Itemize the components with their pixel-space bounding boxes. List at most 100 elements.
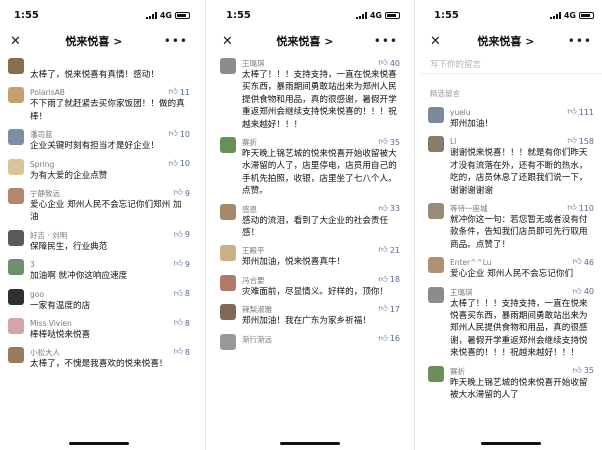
comment-author[interactable]: 王殿平 — [242, 245, 398, 256]
page-title[interactable]: 悦来悦喜 > — [477, 33, 534, 49]
avatar[interactable] — [428, 203, 444, 220]
comment-item: 王璐琪 太棒了！！！支持支持，一直在悦来悦喜买东西，暴雨期间勇敢站出来为郑州人民提… — [420, 281, 602, 360]
comment-author[interactable]: 冯合要 — [242, 275, 398, 286]
like-button[interactable]: 👍︎ 9 — [174, 188, 191, 198]
avatar[interactable] — [8, 87, 24, 104]
like-button[interactable]: 👍︎ 10 — [168, 129, 190, 139]
comment-author[interactable]: 辣梨淑雅 — [242, 304, 398, 315]
avatar[interactable] — [220, 333, 236, 350]
like-count: 158 — [578, 136, 594, 146]
comment-author[interactable]: 王璐琪 — [242, 58, 398, 69]
close-icon[interactable]: ✕ — [430, 34, 444, 49]
comment-text: 太棒了！！！支持支持，一直在悦来悦喜买东西，暴雨期间勇敢站出来为郑州人民提供食物… — [242, 70, 397, 130]
avatar[interactable] — [8, 318, 24, 335]
like-button[interactable]: 👍︎ 9 — [174, 230, 191, 240]
avatar[interactable] — [8, 158, 24, 175]
network-label: 4G — [159, 10, 172, 20]
comment-author[interactable]: 赛折 — [242, 137, 398, 148]
like-button[interactable]: 👍︎ 110 — [567, 203, 594, 213]
avatar[interactable] — [428, 286, 444, 303]
more-icon[interactable]: ••• — [374, 34, 398, 48]
like-button[interactable]: 👍︎ 40 — [572, 287, 594, 297]
comment-author[interactable] — [30, 58, 188, 69]
avatar[interactable] — [8, 229, 24, 246]
like-button[interactable]: 👍︎ 9 — [174, 259, 191, 269]
home-indicator — [69, 442, 129, 445]
thumbs-up-icon: 👍︎ — [168, 129, 178, 140]
avatar[interactable] — [8, 188, 24, 205]
avatar[interactable] — [220, 304, 236, 321]
like-button[interactable]: 👍︎ 10 — [168, 159, 190, 169]
like-button[interactable]: 👍︎ 21 — [378, 245, 400, 255]
avatar[interactable] — [8, 347, 24, 364]
avatar[interactable] — [8, 129, 24, 146]
like-button[interactable]: 👍︎ 8 — [174, 347, 191, 357]
avatar[interactable] — [220, 245, 236, 262]
comment-author[interactable]: 渐行渐远 — [242, 334, 398, 345]
comment-author[interactable]: 王璐琪 — [450, 287, 592, 298]
comment-author[interactable]: goo — [30, 289, 188, 300]
comment-author[interactable]: 感恩 — [242, 204, 398, 215]
comment-item: 冯合要 灾难面前，尽显情义。好样的，顶你！ 👍︎ 18 — [212, 269, 408, 298]
comment-author[interactable]: 3 — [30, 259, 188, 270]
like-button[interactable]: 👍︎ 46 — [572, 257, 594, 267]
like-button[interactable]: 👍︎ 8 — [174, 289, 191, 299]
like-button[interactable]: 👍︎ 35 — [378, 137, 400, 147]
like-button[interactable]: 👍︎ 33 — [378, 204, 400, 214]
comment-author[interactable]: 宁静致远 — [30, 188, 188, 199]
avatar[interactable] — [220, 203, 236, 220]
avatar[interactable] — [220, 274, 236, 291]
comment-author[interactable]: 赛折 — [450, 366, 592, 377]
comment-body: 渐行渐远 — [242, 334, 398, 350]
comment-input[interactable]: 写下你的留言 — [420, 52, 602, 74]
comment-body: 冯合要 灾难面前，尽显情义。好样的，顶你！ — [242, 275, 398, 298]
like-button[interactable]: 👍︎ 35 — [572, 366, 594, 376]
avatar[interactable] — [428, 257, 444, 274]
avatar[interactable] — [220, 137, 236, 154]
like-button[interactable]: 👍︎ 18 — [378, 275, 400, 285]
like-button[interactable]: 👍︎ 40 — [378, 58, 400, 68]
close-icon[interactable]: ✕ — [222, 34, 236, 49]
comment-text: 太棒了，悦来悦喜有真情！感动！ — [30, 70, 159, 80]
avatar[interactable] — [428, 107, 444, 123]
comment-body: 好吉 · 刘明 保障民生，行业典范 — [30, 230, 188, 253]
like-button[interactable]: 👍︎ 16 — [378, 334, 400, 344]
like-button[interactable]: 👍︎ 17 — [378, 304, 400, 314]
more-icon[interactable]: ••• — [568, 34, 592, 48]
like-button[interactable]: 👍︎ 158 — [567, 136, 594, 146]
close-icon[interactable]: ✕ — [10, 34, 24, 49]
like-count: 8 — [184, 318, 190, 328]
page-title[interactable]: 悦来悦喜 > — [65, 33, 122, 49]
divider — [414, 0, 415, 450]
avatar[interactable] — [220, 58, 236, 74]
comment-body: 小松大人 太棒了，不愧是我喜欢的悦来悦喜！ — [30, 347, 188, 370]
comment-item: Spring 为有大爱的企业点赞 👍︎ 10 — [0, 153, 198, 182]
comment-author[interactable]: Spring — [30, 159, 188, 170]
phone-screen-3: 1:55 4G ✕ 悦来悦喜 > ••• 写下你的留言 精选留言 yuelu 郑州加油！ 👍︎ 11… — [420, 0, 602, 450]
thumbs-up-icon: 👍︎ — [173, 188, 183, 199]
like-count: 46 — [583, 257, 594, 267]
avatar[interactable] — [8, 288, 24, 305]
comment-author[interactable]: 小松大人 — [30, 347, 188, 358]
comment-author[interactable]: PolarisAB — [30, 87, 188, 98]
status-bar: 1:55 4G — [212, 0, 408, 30]
status-icons: 4G — [145, 10, 190, 20]
comment-body: 感恩 感动的流泪，看到了大企业的社会责任感！ — [242, 204, 398, 240]
comment-author[interactable]: Miss Vivien — [30, 318, 188, 329]
comment-author[interactable]: 潘司蓝 — [30, 129, 188, 140]
avatar[interactable] — [8, 259, 24, 276]
comment-author[interactable]: Enter^^Lu — [450, 257, 592, 268]
avatar[interactable] — [428, 136, 444, 153]
comment-text: 棒棒哒悦来悦喜 — [30, 330, 91, 341]
comment-text: 就冲你这一句：若您暂无或者没有付款条件，告知我们店员即可先行取用商品。点赞了！ — [450, 215, 588, 250]
avatar[interactable] — [428, 365, 444, 382]
page-title[interactable]: 悦来悦喜 > — [276, 33, 333, 49]
comment-author[interactable]: 好吉 · 刘明 — [30, 230, 188, 241]
like-button[interactable]: 👍︎ 8 — [174, 318, 191, 328]
like-button[interactable]: 👍︎ 111 — [567, 107, 594, 117]
avatar[interactable] — [8, 58, 24, 74]
thumbs-up-icon: 👍︎ — [168, 87, 178, 98]
status-bar: 1:55 4G — [420, 0, 602, 30]
more-icon[interactable]: ••• — [164, 34, 188, 48]
like-button[interactable]: 👍︎ 11 — [168, 87, 190, 97]
